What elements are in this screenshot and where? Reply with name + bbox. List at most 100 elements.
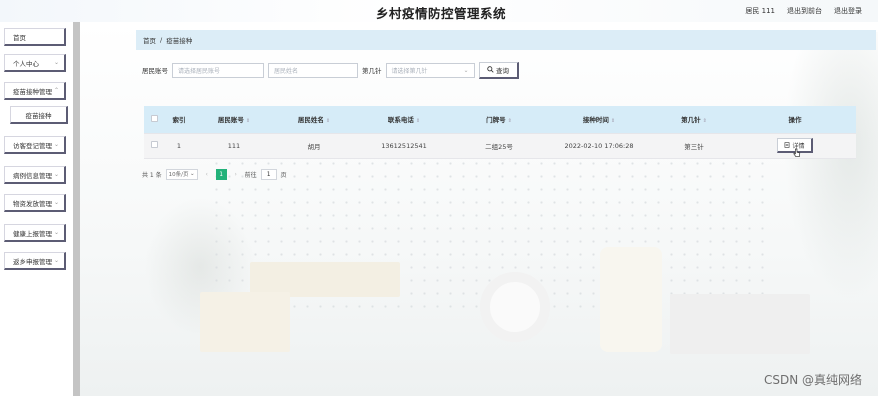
chevron-down-icon: ⌄ — [463, 66, 469, 74]
breadcrumb-current: 疫苗接种 — [166, 37, 193, 45]
mouse-pointer-icon — [793, 148, 801, 157]
sort-icon[interactable]: ⇕ — [246, 118, 250, 124]
pagination: 共 1 条 10条/页 ⌄ ‹ 1 › 前往 1 页 — [142, 168, 287, 180]
account-label: 居民账号 — [142, 67, 168, 75]
background-block — [670, 294, 810, 354]
current-user-link[interactable]: 居民 111 — [745, 6, 775, 16]
background-block — [200, 292, 290, 352]
document-icon — [785, 142, 790, 148]
page-size-value: 10条/页 — [168, 172, 189, 178]
chevron-down-icon: ⌄ — [53, 59, 59, 66]
prev-page-icon[interactable]: ‹ — [202, 169, 212, 180]
account-placeholder: 请选择居民账号 — [178, 67, 221, 75]
header-label: 门牌号 — [486, 116, 506, 125]
select-all-checkbox[interactable] — [144, 106, 164, 133]
sidebar-item-label: 个人中心 — [13, 59, 39, 68]
header-door[interactable]: 门牌号 ⇕ — [454, 106, 544, 133]
cell-phone: 13612512541 — [354, 132, 454, 159]
app-title: 乡村疫情防控管理系统 — [376, 6, 507, 21]
sort-icon[interactable]: ⇕ — [416, 118, 420, 124]
sort-icon[interactable]: ⇕ — [508, 118, 512, 124]
header-account[interactable]: 居民账号 ⇕ — [194, 106, 274, 133]
header-dose[interactable]: 第几针 ⇕ — [654, 106, 734, 133]
search-button[interactable]: 查询 — [478, 61, 519, 79]
header-phone[interactable]: 联系电话 ⇕ — [354, 106, 454, 133]
page-number-current[interactable]: 1 — [215, 168, 227, 180]
header-time[interactable]: 接种时间 ⇕ — [544, 106, 654, 133]
sidebar-item-home[interactable]: 首页 — [4, 28, 66, 46]
sort-icon[interactable]: ⇕ — [703, 118, 707, 124]
dose-select[interactable]: 请选择第几针 ⌄ — [385, 62, 475, 78]
top-links: 居民 111 退出到前台 退出登录 — [745, 6, 862, 16]
watermark: CSDN @真纯网络 — [763, 373, 862, 387]
name-placeholder: 居民姓名 — [274, 67, 299, 75]
page-size-select[interactable]: 10条/页 ⌄ — [165, 168, 198, 180]
chevron-up-icon: ⌃ — [53, 87, 59, 94]
table-header-row: 索引 居民账号 ⇕ 居民姓名 ⇕ 联系电话 ⇕ 门牌号 ⇕ 接种时间 ⇕ 第几针 ⇕ 操作 — [144, 106, 856, 133]
account-select[interactable]: 请选择居民账号 — [172, 62, 264, 78]
sidebar-item-return-declaration[interactable]: 返乡申报管理 ⌄ — [4, 252, 66, 270]
sidebar-item-label: 返乡申报管理 — [13, 257, 52, 266]
name-input[interactable]: 居民姓名 — [268, 62, 358, 78]
breadcrumb-separator: / — [160, 36, 163, 44]
sort-icon[interactable]: ⇕ — [326, 118, 330, 124]
header-index: 索引 — [164, 106, 194, 133]
sidebar-item-supplies-management[interactable]: 物资发放管理 ⌄ — [4, 194, 66, 212]
header-label: 联系电话 — [387, 116, 414, 125]
sidebar-item-label: 访客登记管理 — [13, 141, 52, 150]
cell-door: 二组25号 — [454, 132, 544, 159]
cell-name: 胡月 — [274, 132, 354, 159]
chevron-down-icon: ⌄ — [53, 199, 59, 206]
dose-placeholder: 请选择第几针 — [391, 67, 428, 75]
sidebar-item-vaccine-management[interactable]: 疫苗接种管理 ⌃ — [4, 82, 66, 100]
cell-dose: 第三针 — [654, 132, 734, 159]
header-label: 第几针 — [681, 116, 701, 125]
sidebar-item-label: 物资发放管理 — [13, 199, 52, 208]
checkbox[interactable] — [150, 141, 158, 148]
cell-account: 111 — [194, 132, 274, 159]
goto-page-input[interactable]: 1 — [260, 168, 277, 180]
sidebar-subitem-vaccination[interactable]: 疫苗接种 — [10, 106, 68, 124]
top-header: 乡村疫情防控管理系统 居民 111 退出到前台 退出登录 — [0, 0, 878, 22]
sidebar-item-case-management[interactable]: 病例信息管理 ⌄ — [4, 166, 66, 184]
cell-index: 1 — [164, 132, 194, 159]
header-label: 接种时间 — [582, 116, 609, 125]
sidebar-item-label: 病例信息管理 — [13, 171, 52, 180]
breadcrumb-home[interactable]: 首页 — [143, 35, 156, 45]
background-cylinder — [600, 247, 662, 352]
front-page-link[interactable]: 退出到前台 — [787, 6, 822, 16]
sidebar-item-label: 首页 — [13, 33, 26, 42]
logout-link[interactable]: 退出登录 — [834, 6, 862, 16]
sidebar-item-profile[interactable]: 个人中心 ⌄ — [4, 54, 66, 72]
background-ring — [480, 272, 550, 342]
sidebar-divider — [73, 22, 80, 396]
sidebar-item-label: 健康上报管理 — [13, 229, 52, 238]
chevron-down-icon: ⌄ — [53, 229, 59, 236]
dose-label: 第几针 — [362, 67, 382, 75]
page-suffix: 页 — [280, 171, 287, 179]
sidebar-item-label: 疫苗接种 — [25, 111, 52, 120]
sort-icon[interactable]: ⇕ — [611, 118, 615, 124]
background-plant-right — [778, 32, 878, 312]
sidebar: 首页 个人中心 ⌄ 疫苗接种管理 ⌃ 疫苗接种 访客登记管理 ⌄ 病例信息管理 … — [0, 22, 80, 396]
next-page-icon[interactable]: › — [231, 169, 241, 180]
cell-time: 2022-02-10 17:06:28 — [544, 132, 654, 159]
header-action: 操作 — [734, 106, 856, 133]
header-name[interactable]: 居民姓名 ⇕ — [274, 106, 354, 133]
chevron-down-icon: ⌄ — [53, 257, 59, 264]
sidebar-item-health-report[interactable]: 健康上报管理 ⌄ — [4, 224, 66, 242]
search-icon — [487, 66, 494, 73]
checkbox[interactable] — [150, 114, 158, 122]
goto-label: 前往 — [244, 171, 257, 179]
total-count: 共 1 条 — [142, 171, 162, 179]
vaccination-table: 索引 居民账号 ⇕ 居民姓名 ⇕ 联系电话 ⇕ 门牌号 ⇕ 接种时间 ⇕ 第几针 ⇕ 操作 … — [144, 106, 856, 159]
row-checkbox-cell[interactable] — [144, 132, 164, 159]
search-button-label: 查询 — [496, 66, 509, 75]
search-bar: 居民账号 请选择居民账号 居民姓名 第几针 请选择第几针 ⌄ 查询 — [142, 61, 519, 79]
chevron-down-icon: ⌄ — [53, 171, 59, 178]
header-label: 居民姓名 — [297, 116, 324, 125]
sidebar-item-visitor-management[interactable]: 访客登记管理 ⌄ — [4, 136, 66, 154]
main-content: 首页 / 疫苗接种 居民账号 请选择居民账号 居民姓名 第几针 请选择第几针 ⌄… — [80, 22, 878, 396]
sidebar-item-label: 疫苗接种管理 — [13, 87, 52, 96]
breadcrumb: 首页 / 疫苗接种 — [136, 30, 876, 50]
